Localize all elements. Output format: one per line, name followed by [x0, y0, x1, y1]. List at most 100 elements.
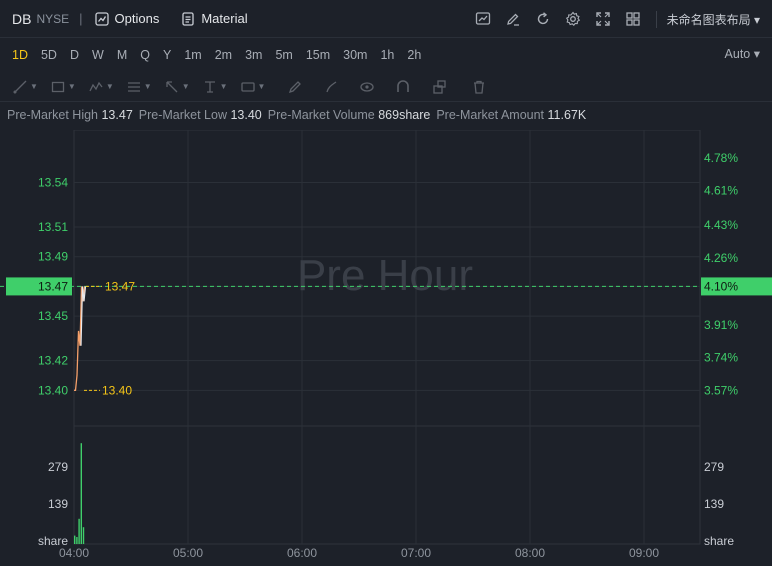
interval-y[interactable]: Y [163, 48, 171, 62]
current-percent-label: 4.10% [704, 279, 738, 293]
price-tick-label: 13.54 [38, 176, 68, 190]
interval-2h[interactable]: 2h [407, 48, 421, 62]
interval-selector: 1D 5D D W M Q Y 1m 2m 3m 5m 15m 30m 1h 2h [0, 38, 772, 72]
caret-down-icon: ▼ [30, 82, 38, 91]
magnet-icon[interactable] [395, 79, 411, 95]
interval-3m[interactable]: 3m [245, 48, 262, 62]
toolbar-right: 未命名图表布局 ▾ [462, 0, 760, 38]
high-label: 13.47 [105, 279, 135, 293]
top-toolbar: DB NYSE | Options Material 未命名图表布局 ▾ [0, 0, 772, 38]
symbol-label[interactable]: DB [12, 11, 31, 27]
percent-tick-label: 3.74% [704, 351, 738, 365]
premarket-value: 13.40 [230, 108, 262, 122]
interval-1h[interactable]: 1h [380, 48, 394, 62]
price-tick-label: 13.45 [38, 309, 68, 323]
current-price-label: 13.47 [38, 279, 68, 293]
price-tick-label: 13.51 [38, 220, 68, 234]
material-button[interactable]: Material [181, 11, 248, 26]
price-tick-label: 13.42 [38, 354, 68, 368]
x-tick-label: 07:00 [401, 546, 431, 560]
interval-1m[interactable]: 1m [184, 48, 201, 62]
layout-selector[interactable]: 未命名图表布局 ▾ [655, 10, 760, 28]
caret-down-icon: ▼ [219, 82, 228, 91]
wave-tool-icon[interactable] [88, 79, 104, 95]
volume-tick-label-right: share [704, 534, 734, 548]
premarket-info: Pre-Market High 13.47 Pre-Market Low 13.4… [7, 108, 592, 122]
refresh-icon[interactable] [534, 10, 552, 28]
chart-watermark: Pre Hour [297, 251, 473, 300]
label-tool-icon[interactable] [240, 79, 256, 95]
volume-bar [78, 518, 80, 544]
fullscreen-icon[interactable] [594, 10, 612, 28]
volume-bar [74, 535, 76, 544]
interval-d[interactable]: D [70, 48, 79, 62]
fib-tool-icon[interactable] [126, 79, 142, 95]
grid-layout-icon[interactable] [624, 10, 642, 28]
volume-tick-label-left: share [38, 534, 68, 548]
chart-type-icon[interactable] [474, 10, 492, 28]
volume-bar [80, 443, 82, 544]
premarket-value: 11.67K [547, 108, 587, 122]
volume-bar [82, 527, 85, 544]
x-tick-label: 09:00 [629, 546, 659, 560]
text-tool-icon[interactable] [202, 79, 218, 95]
interval-15m[interactable]: 15m [306, 48, 330, 62]
scale-mode-button[interactable]: Auto ▾ [725, 46, 760, 61]
premarket-label: Pre-Market Amount [436, 108, 548, 122]
lock-icon[interactable] [431, 79, 447, 95]
rectangle-tool-icon[interactable] [50, 79, 66, 95]
premarket-value: 13.47 [101, 108, 133, 122]
options-button[interactable]: Options [94, 11, 160, 26]
percent-tick-label: 4.78% [704, 151, 738, 165]
interval-30m[interactable]: 30m [343, 48, 367, 62]
premarket-label: Pre-Market Low [138, 108, 231, 122]
plot-frame [73, 130, 701, 545]
price-tick-label: 13.49 [38, 250, 68, 264]
toolbar-divider: | [79, 11, 83, 26]
material-label: Material [201, 11, 248, 26]
percent-tick-label: 3.57% [704, 383, 738, 397]
x-tick-label: 08:00 [515, 546, 545, 560]
interval-m[interactable]: M [117, 48, 127, 62]
percent-tick-label: 4.43% [704, 218, 738, 232]
edit-icon[interactable] [504, 10, 522, 28]
interval-5m[interactable]: 5m [275, 48, 292, 62]
eye-icon[interactable] [359, 79, 375, 95]
pen-tool-icon[interactable] [287, 79, 303, 95]
low-label: 13.40 [102, 383, 132, 397]
brush-tool-icon[interactable] [323, 79, 339, 95]
interval-q[interactable]: Q [140, 48, 150, 62]
interval-5d[interactable]: 5D [41, 48, 57, 62]
volume-tick-label-left: 279 [48, 460, 68, 474]
volume-tick-label-left: 139 [48, 497, 68, 511]
percent-tick-label: 4.26% [704, 251, 738, 265]
price-chart[interactable]: 04:00 05:00 06:00 07:00 08:00 09:00 13.54 13.51… [0, 130, 772, 566]
options-label: Options [114, 11, 160, 26]
gear-icon[interactable] [564, 10, 582, 28]
document-icon [182, 11, 194, 26]
percent-tick-label: 3.91% [704, 318, 738, 332]
interval-1d[interactable]: 1D [12, 48, 28, 62]
percent-tick-label: 4.61% [704, 184, 738, 198]
premarket-label: Pre-Market High [7, 108, 102, 122]
options-icon [94, 11, 109, 26]
caret-down-icon: ▼ [181, 82, 190, 91]
trendline-tool-icon[interactable] [12, 79, 28, 95]
premarket-label: Pre-Market Volume [267, 108, 379, 122]
volume-bar [76, 537, 78, 544]
drawing-toolbar: ▼ ▼ ▼ ▼ ▼ ▼ ▼ [0, 72, 772, 102]
x-tick-label: 04:00 [59, 546, 89, 560]
caret-down-icon: ▼ [105, 82, 114, 91]
interval-w[interactable]: W [92, 48, 104, 62]
arrow-tool-icon[interactable] [164, 79, 180, 95]
caret-down-icon: ▼ [143, 82, 152, 91]
volume-tick-label-right: 139 [704, 497, 724, 511]
volume-tick-label-right: 279 [704, 460, 724, 474]
price-tick-label: 13.40 [38, 383, 68, 397]
premarket-value: 869share [378, 108, 431, 122]
caret-down-icon: ▼ [257, 82, 266, 91]
interval-2m[interactable]: 2m [215, 48, 232, 62]
exchange-label: NYSE [36, 11, 70, 26]
trash-icon[interactable] [471, 79, 487, 95]
price-line-accent [74, 286, 86, 391]
